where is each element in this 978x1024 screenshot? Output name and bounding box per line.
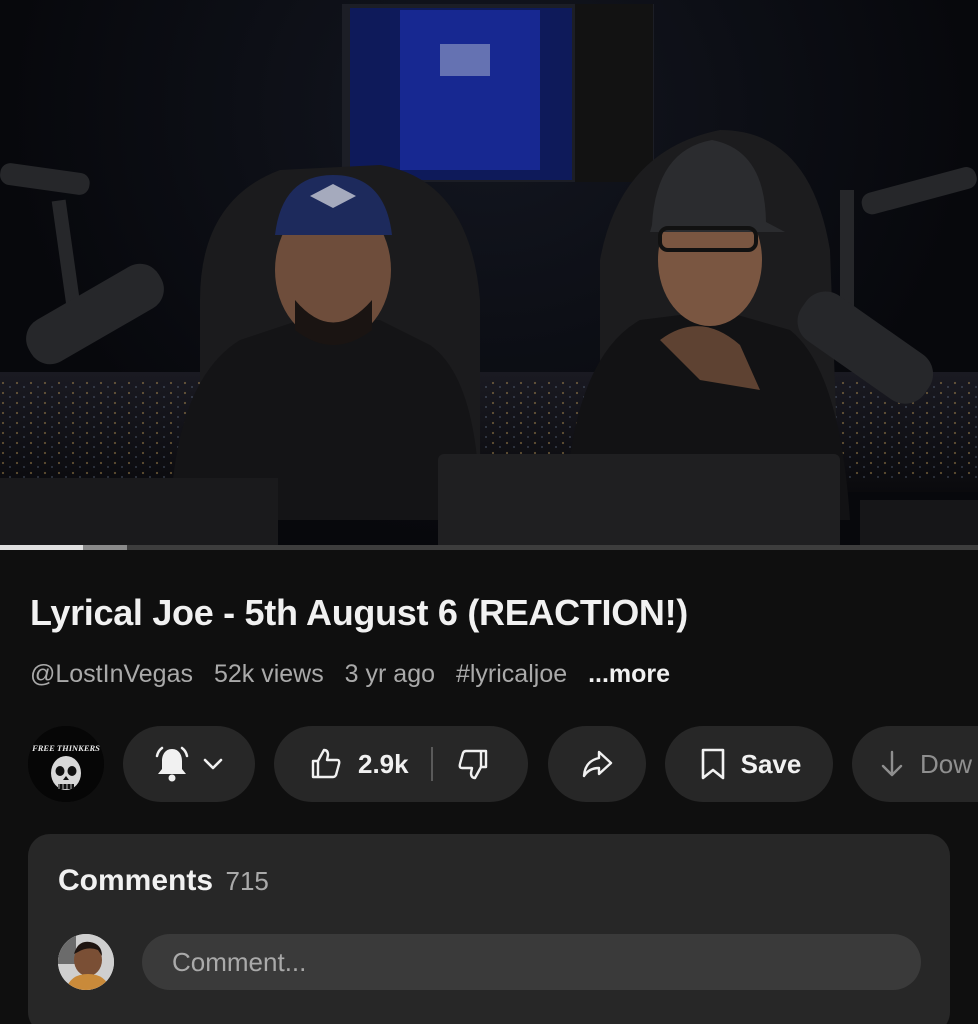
like-count[interactable]: 2.9k	[358, 749, 409, 780]
comments-header[interactable]: Comments 715	[58, 864, 269, 898]
channel-avatar-text: FREE THINKERS	[31, 743, 100, 753]
like-dislike-group: 2.9k	[274, 726, 528, 802]
thumbs-up-icon[interactable]	[308, 746, 344, 782]
download-button[interactable]: Dow	[852, 726, 978, 802]
share-button[interactable]	[548, 726, 646, 802]
comment-input[interactable]	[142, 934, 921, 990]
upload-age: 3 yr ago	[344, 660, 436, 688]
progress-played	[0, 545, 84, 550]
channel-handle[interactable]: @LostInVegas	[30, 660, 193, 688]
video-meta[interactable]: @LostInVegas 52k views 3 yr ago #lyrical…	[30, 660, 684, 689]
save-button[interactable]: Save	[665, 726, 833, 802]
download-icon	[881, 750, 903, 777]
bookmark-icon	[701, 748, 724, 780]
channel-avatar[interactable]: FREE THINKERS	[28, 726, 104, 802]
bell-icon	[155, 746, 189, 782]
video-progress-bar[interactable]	[0, 545, 978, 550]
video-watch-page: Lyrical Joe - 5th August 6 (REACTION!) @…	[0, 0, 978, 1024]
chevron-down-icon	[203, 758, 223, 770]
save-label: Save	[740, 748, 802, 779]
like-dislike-divider	[430, 747, 433, 781]
more-button[interactable]: ...more	[588, 660, 670, 688]
view-count: 52k views	[213, 660, 324, 688]
video-frame	[0, 4, 978, 550]
skull-logo-icon: FREE THINKERS	[28, 726, 104, 802]
share-icon	[582, 750, 613, 778]
video-title[interactable]: Lyrical Joe - 5th August 6 (REACTION!)	[30, 592, 950, 634]
thumbs-down-icon[interactable]	[455, 746, 491, 782]
user-photo-icon	[58, 934, 114, 990]
hashtag-link[interactable]: #lyricaljoe	[456, 660, 567, 688]
comments-label: Comments	[58, 864, 214, 897]
video-player[interactable]	[0, 0, 978, 550]
comments-section[interactable]: Comments 715	[28, 834, 950, 1024]
download-label: Dow	[920, 748, 973, 779]
user-avatar	[58, 934, 114, 990]
subscription-bell-button[interactable]	[123, 726, 255, 802]
comments-count: 715	[225, 866, 269, 896]
